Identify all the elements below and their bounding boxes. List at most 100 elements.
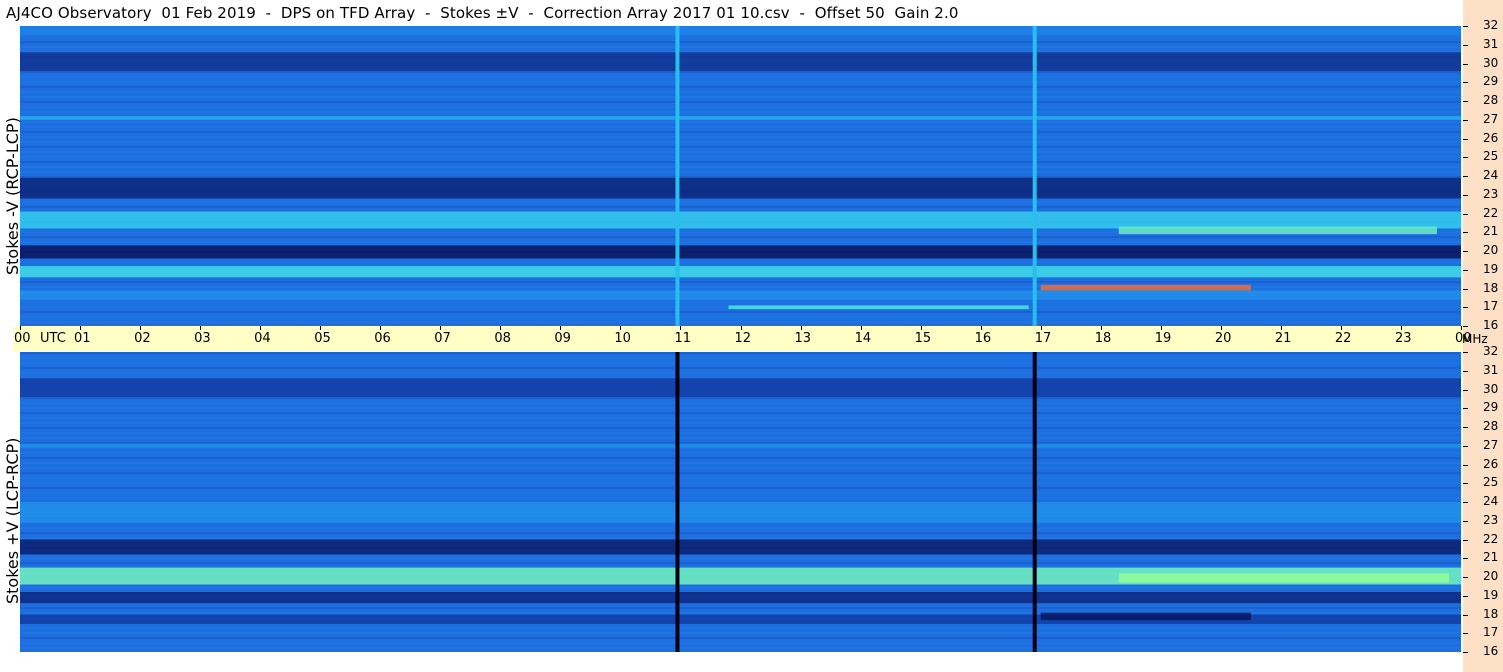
frequency-tick-mark	[1463, 614, 1468, 616]
texture-stripe	[20, 367, 1461, 369]
spectrogram-top	[20, 26, 1461, 326]
y-label-bottom: Stokes +V (LCP-RCP)	[3, 437, 22, 604]
texture-stripe	[20, 357, 1461, 359]
frequency-band	[20, 378, 1461, 397]
frequency-tick-mark	[1463, 157, 1468, 159]
emission-feature	[1118, 573, 1449, 583]
frequency-tick-mark	[1463, 194, 1468, 196]
texture-stripe	[20, 477, 1461, 479]
texture-stripe	[20, 176, 1461, 178]
time-tick-label: 12	[734, 331, 752, 346]
frequency-tick-label: 16	[1483, 644, 1499, 658]
frequency-tick-label: 18	[1483, 606, 1499, 621]
time-tick-mark	[1040, 326, 1042, 330]
time-tick-mark	[980, 326, 982, 330]
spectrogram-bottom-svg	[20, 352, 1461, 652]
frequency-tick-mark	[1463, 520, 1468, 522]
frequency-tick-mark	[1463, 26, 1468, 27]
frequency-band	[20, 26, 1461, 36]
frequency-band	[20, 116, 1461, 120]
texture-stripe	[20, 482, 1461, 484]
frequency-tick-label: 32	[1483, 344, 1499, 358]
frequency-band	[20, 177, 1461, 199]
time-tick-mark	[1340, 326, 1342, 330]
time-tick-label: 03	[194, 331, 211, 346]
time-tick-label: 17	[1034, 331, 1052, 346]
frequency-tick-label: 21	[1483, 224, 1499, 239]
frequency-tick-mark	[1463, 408, 1468, 410]
time-tick-label: 15	[914, 331, 932, 346]
texture-stripe	[20, 442, 1461, 444]
texture-stripe	[20, 427, 1461, 429]
frequency-tick-mark	[1463, 389, 1468, 391]
frequency-tick-mark	[1463, 595, 1468, 597]
time-tick-label: 05	[314, 331, 331, 346]
texture-stripe	[20, 161, 1461, 163]
texture-stripe	[20, 397, 1461, 399]
texture-stripe	[20, 557, 1461, 559]
texture-stripe	[20, 131, 1461, 133]
interference-line	[1032, 352, 1037, 652]
texture-stripe	[20, 497, 1461, 499]
frequency-tick-mark	[1463, 445, 1468, 447]
frequency-tick-mark	[1463, 82, 1468, 84]
frequency-tick-label: 30	[1483, 381, 1499, 396]
frequency-tick-mark	[1463, 232, 1468, 234]
frequency-tick-label: 32	[1483, 18, 1499, 32]
time-tick-label: 20	[1214, 331, 1232, 346]
time-tick-mark	[1100, 326, 1102, 330]
texture-stripe	[20, 457, 1461, 459]
texture-stripe	[20, 422, 1461, 424]
frequency-tick-mark	[1463, 558, 1468, 560]
time-tick-label: 21	[1274, 331, 1292, 346]
texture-stripe	[20, 352, 1461, 354]
time-tick-label: 08	[494, 331, 511, 346]
texture-stripe	[20, 76, 1461, 78]
frequency-tick-label: 27	[1483, 111, 1499, 126]
texture-stripe	[20, 121, 1461, 123]
texture-stripe	[20, 136, 1461, 138]
texture-stripe	[20, 527, 1461, 529]
time-tick-label: 16	[974, 331, 992, 346]
texture-stripe	[20, 647, 1461, 649]
texture-stripe	[20, 627, 1461, 629]
texture-stripe	[20, 241, 1461, 243]
time-tick-label: 19	[1154, 331, 1172, 346]
texture-stripe	[20, 171, 1461, 173]
frequency-tick-label: 23	[1483, 512, 1499, 527]
frequency-tick-label: 24	[1483, 168, 1499, 182]
frequency-tick-mark	[1463, 352, 1468, 353]
frequency-tick-label: 18	[1483, 280, 1499, 295]
texture-stripe	[20, 402, 1461, 404]
texture-stripe	[20, 417, 1461, 419]
texture-stripe	[20, 562, 1461, 564]
frequency-tick-label: 23	[1483, 186, 1499, 201]
texture-stripe	[20, 141, 1461, 143]
spectrogram-top-svg	[20, 26, 1461, 326]
texture-stripe	[20, 91, 1461, 93]
texture-stripe	[20, 642, 1461, 644]
texture-stripe	[20, 492, 1461, 494]
frequency-tick-label: 28	[1483, 419, 1499, 433]
utc-label: UTC	[40, 331, 66, 346]
texture-stripe	[20, 407, 1461, 409]
emission-feature	[1040, 284, 1251, 291]
texture-stripe	[20, 156, 1461, 158]
mhz-label: MHz	[1462, 332, 1488, 346]
frequency-tick-mark	[1463, 652, 1468, 653]
frequency-band	[20, 52, 1461, 71]
texture-stripe	[20, 206, 1461, 208]
texture-stripe	[20, 301, 1461, 303]
frequency-tick-mark	[1463, 176, 1468, 177]
time-tick-mark	[440, 326, 442, 330]
emission-feature	[728, 305, 1029, 310]
time-tick-mark	[80, 326, 82, 330]
y-label-top: Stokes -V (RCP-LCP)	[3, 117, 22, 275]
frequency-tick-mark	[1463, 213, 1468, 215]
chart-title: AJ4CO Observatory 01 Feb 2019 - DPS on T…	[6, 4, 959, 22]
frequency-tick-mark	[1463, 427, 1468, 428]
frequency-tick-label: 29	[1483, 74, 1499, 89]
time-tick-mark	[1220, 326, 1222, 330]
time-tick-label: 04	[254, 331, 271, 346]
texture-stripe	[20, 487, 1461, 489]
